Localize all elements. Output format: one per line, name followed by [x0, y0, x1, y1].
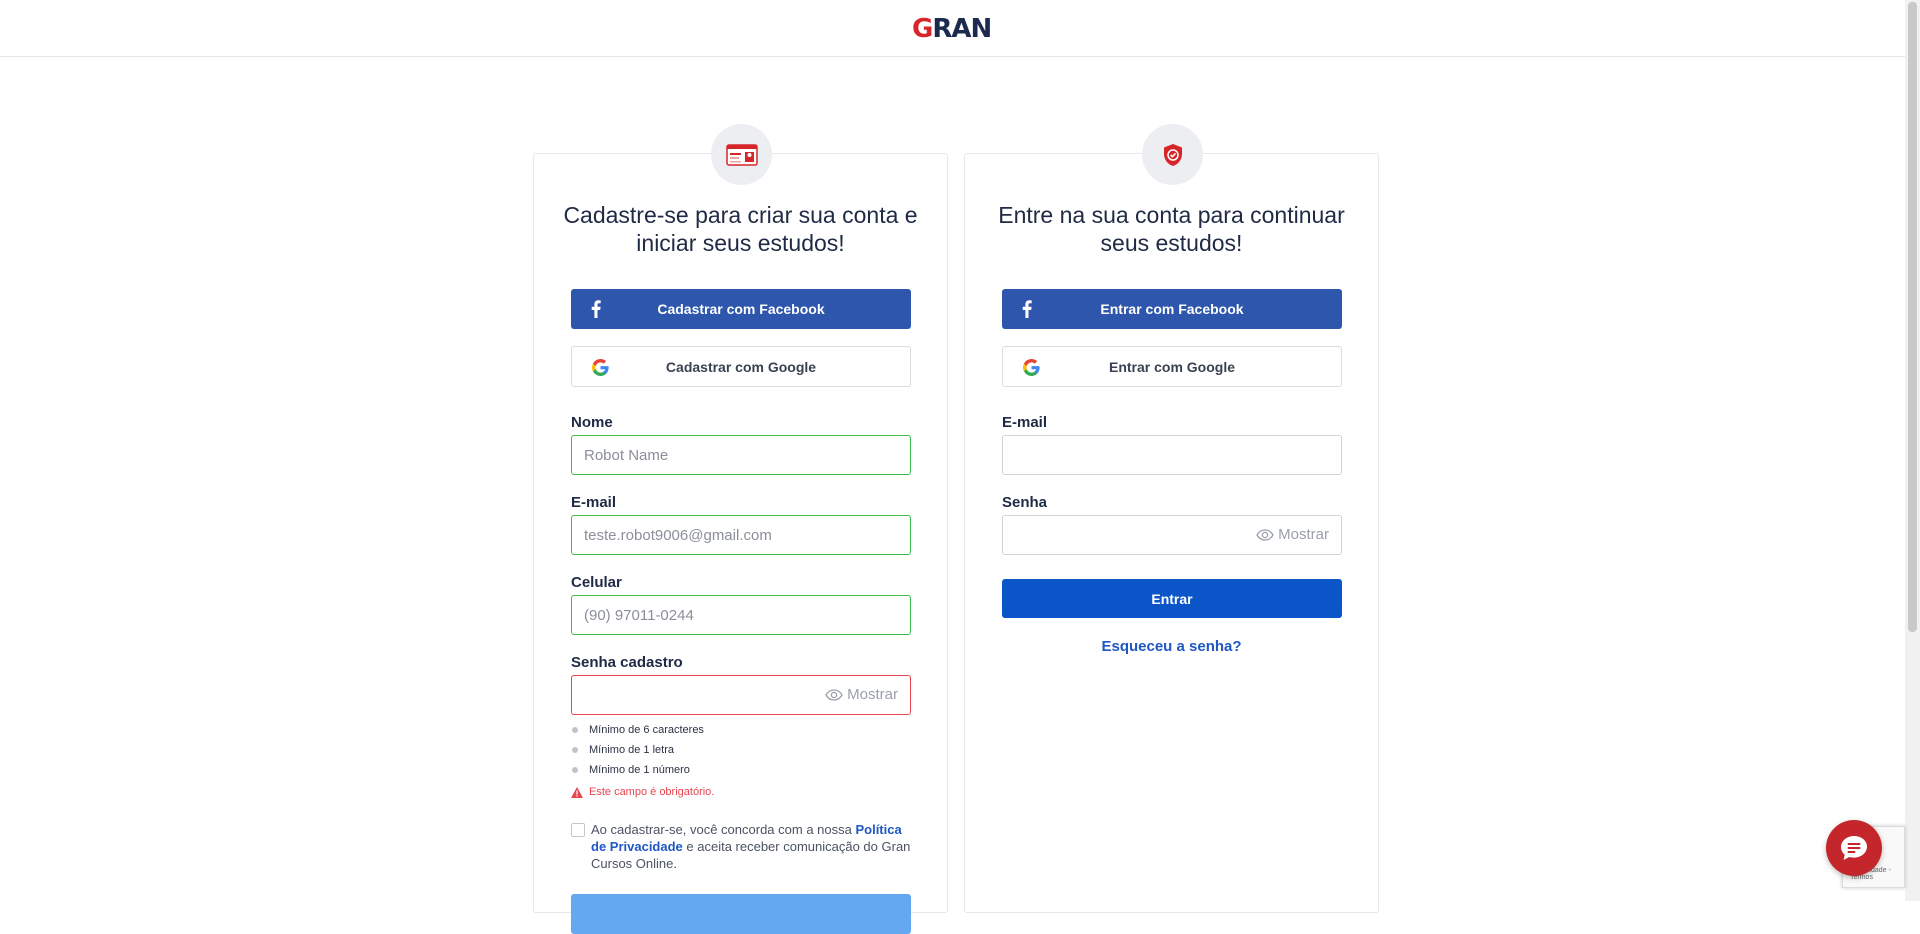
page-scrollbar[interactable]: [1905, 0, 1920, 901]
google-icon: [1023, 359, 1040, 376]
login-google-label: Entrar com Google: [1108, 358, 1236, 375]
signup-email-input[interactable]: teste.robot9006@gmail.com: [571, 515, 911, 555]
login-show-label: Mostrar: [1278, 526, 1329, 543]
signup-show-password-toggle[interactable]: Mostrar: [825, 686, 898, 703]
scrollbar-thumb[interactable]: [1908, 2, 1917, 632]
login-email-label: E-mail: [1002, 414, 1048, 431]
gran-logo[interactable]: GRAN: [912, 14, 992, 44]
facebook-icon: [591, 300, 601, 318]
name-label: Nome: [571, 414, 613, 431]
id-card-icon: [725, 143, 758, 166]
signup-show-label: Mostrar: [847, 686, 898, 703]
signup-card: Cadastre-se para criar sua conta e inici…: [533, 124, 948, 934]
rule-text: Mínimo de 1 letra: [589, 744, 674, 756]
password-rule: Mínimo de 1 letra: [571, 744, 674, 756]
consent-text: Ao cadastrar-se, você concorda com a nos…: [591, 821, 916, 872]
field-required-error: Este campo é obrigatório.: [571, 786, 714, 798]
shield-check-icon: [1163, 143, 1182, 166]
rule-text: Mínimo de 6 caracteres: [589, 724, 704, 736]
login-submit-button[interactable]: Entrar: [1002, 579, 1342, 618]
login-title: Entre na sua conta para continuar seus e…: [998, 202, 1345, 256]
signup-facebook-button[interactable]: Cadastrar com Facebook: [571, 289, 911, 329]
password-rule: Mínimo de 6 caracteres: [571, 724, 704, 736]
forgot-password-link[interactable]: Esqueceu a senha?: [965, 638, 1378, 655]
signup-google-label: Cadastrar com Google: [665, 358, 817, 375]
password-rule: Mínimo de 1 número: [571, 764, 690, 776]
login-email-input[interactable]: [1002, 435, 1342, 475]
bullet-dot: [572, 767, 578, 773]
chat-bubble-icon: [1841, 836, 1867, 860]
eye-icon: [825, 688, 843, 701]
consent-checkbox[interactable]: [571, 823, 585, 837]
name-input[interactable]: Robot Name: [571, 435, 911, 475]
login-card: Entre na sua conta para continuar seus e…: [964, 124, 1379, 913]
eye-icon: [1256, 528, 1274, 541]
bullet-dot: [572, 747, 578, 753]
chat-button[interactable]: [1826, 820, 1882, 876]
signup-title: Cadastre-se para criar sua conta e inici…: [563, 202, 918, 256]
signup-email-label: E-mail: [571, 494, 617, 511]
signup-facebook-label: Cadastrar com Facebook: [657, 301, 825, 317]
signup-google-button[interactable]: Cadastrar com Google: [571, 346, 911, 387]
shield-badge: [1142, 124, 1203, 185]
login-password-label: Senha: [1002, 494, 1048, 511]
consent-prefix: Ao cadastrar-se, você concorda com a nos…: [591, 822, 856, 837]
login-google-button[interactable]: Entrar com Google: [1002, 346, 1342, 387]
logo-letters-ran: RAN: [932, 14, 992, 44]
error-text: Este campo é obrigatório.: [589, 786, 715, 798]
phone-label: Celular: [571, 574, 622, 591]
facebook-icon: [1022, 300, 1032, 318]
id-card-badge: [711, 124, 772, 185]
login-facebook-label: Entrar com Facebook: [1100, 301, 1244, 317]
warning-icon: [571, 786, 583, 798]
signup-password-label: Senha cadastro: [571, 654, 683, 671]
bullet-dot: [572, 727, 578, 733]
google-icon: [592, 359, 609, 376]
signup-submit-button[interactable]: [571, 894, 911, 934]
login-password-input[interactable]: Mostrar: [1002, 515, 1342, 555]
privacy-consent: Ao cadastrar-se, você concorda com a nos…: [571, 821, 916, 872]
top-header: GRAN: [0, 0, 1905, 57]
login-facebook-button[interactable]: Entrar com Facebook: [1002, 289, 1342, 329]
phone-input[interactable]: (90) 97011-0244: [571, 595, 911, 635]
login-show-password-toggle[interactable]: Mostrar: [1256, 526, 1329, 543]
signup-password-input[interactable]: Mostrar: [571, 675, 911, 715]
rule-text: Mínimo de 1 número: [589, 764, 690, 776]
logo-letter-g: G: [912, 14, 933, 44]
